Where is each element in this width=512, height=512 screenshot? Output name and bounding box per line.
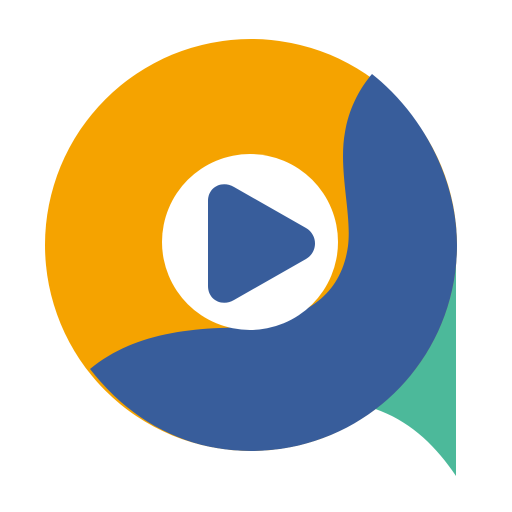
video-chat-bubble-logo — [45, 39, 457, 476]
app-icon-canvas — [0, 0, 512, 512]
